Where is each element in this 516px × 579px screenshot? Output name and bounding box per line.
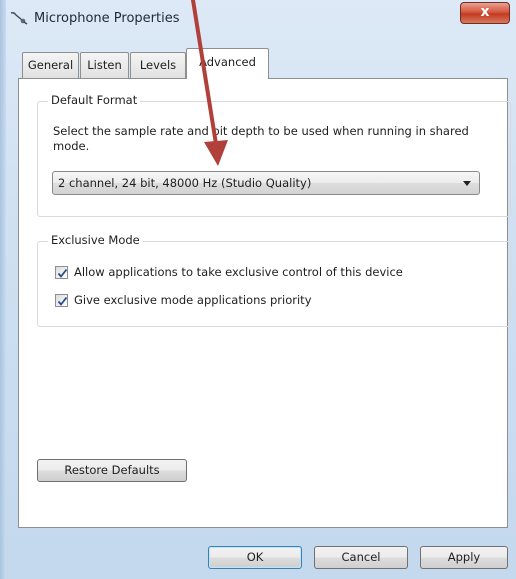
advanced-tab-panel: Default Format Select the sample rate an… <box>18 78 511 528</box>
tab-advanced[interactable]: Advanced <box>186 48 269 79</box>
exclusive-mode-group: Exclusive Mode <box>37 233 511 327</box>
sample-rate-dropdown[interactable]: 2 channel, 24 bit, 48000 Hz (Studio Qual… <box>52 171 480 195</box>
window-left-edge <box>0 0 6 579</box>
microphone-properties-window: Microphone Properties x General Listen L… <box>0 0 516 579</box>
restore-defaults-button[interactable]: Restore Defaults <box>37 459 187 482</box>
cancel-button[interactable]: Cancel <box>314 546 408 569</box>
sample-rate-selected-value: 2 channel, 24 bit, 48000 Hz (Studio Qual… <box>58 176 312 190</box>
close-button[interactable]: x <box>460 2 510 24</box>
chevron-down-icon <box>463 181 471 186</box>
allow-exclusive-control-label: Allow applications to take exclusive con… <box>74 265 403 279</box>
apply-button[interactable]: Apply <box>420 546 508 569</box>
default-format-description: Select the sample rate and bit depth to … <box>53 124 469 153</box>
window-title: Microphone Properties <box>34 11 180 26</box>
ok-button[interactable]: OK <box>208 546 302 569</box>
title-bar[interactable]: Microphone Properties x <box>0 0 516 34</box>
tab-levels[interactable]: Levels <box>130 52 186 78</box>
tab-general[interactable]: General <box>22 52 79 78</box>
checkmark-icon <box>57 296 68 306</box>
exclusive-priority-label: Give exclusive mode applications priorit… <box>74 293 312 307</box>
checkmark-icon <box>57 268 68 278</box>
exclusive-priority-checkbox[interactable] <box>55 294 68 307</box>
allow-exclusive-control-checkbox[interactable] <box>55 266 68 279</box>
default-format-title: Default Format <box>48 93 141 107</box>
microphone-icon <box>10 10 28 25</box>
exclusive-mode-title: Exclusive Mode <box>48 233 143 247</box>
tab-listen[interactable]: Listen <box>80 52 129 78</box>
default-format-group: Default Format <box>37 93 511 217</box>
